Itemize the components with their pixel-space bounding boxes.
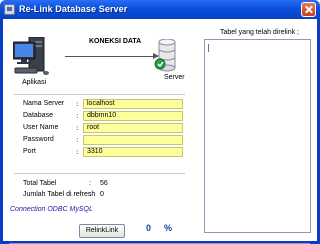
field-label: Password (23, 136, 54, 143)
port-input[interactable]: 3310 (83, 147, 183, 157)
password-input[interactable] (83, 135, 183, 145)
progress-percent-sign: % (164, 223, 173, 233)
window-title: Re-Link Database Server (19, 4, 128, 14)
relinked-tables-list[interactable] (204, 39, 311, 233)
separator: : (76, 124, 79, 132)
refreshed-tables-stat: Jumlah Tabel di refresh : 0 (23, 191, 104, 198)
client-label: Aplikasi (22, 79, 47, 86)
stat-label: Jumlah Tabel di refresh (23, 191, 96, 198)
app-window-icon (4, 4, 15, 15)
relinked-tables-title: Tabel yang telah direlink ; (220, 29, 299, 36)
separator: : (89, 191, 91, 198)
total-tables-stat: Total Tabel : 56 (23, 180, 108, 187)
app-window: Re-Link Database Server Aplikasi KONEKSI… (0, 0, 320, 244)
server-label: Server (164, 74, 185, 81)
progress-percent-value: 0 (146, 223, 152, 233)
connection-status: Connection ODBC MySQL (10, 206, 93, 213)
field-label: User Name (23, 124, 59, 131)
dialog-body: Aplikasi KONEKSI DATA Server Nama Server… (3, 19, 317, 244)
separator: : (89, 180, 91, 187)
text-caret (208, 44, 209, 52)
database-server-icon (154, 39, 176, 72)
computer-icon (13, 37, 49, 75)
close-icon[interactable] (301, 2, 316, 17)
field-row-username: User Name : root (23, 123, 183, 133)
field-row-database: Database : dbbmn10 (23, 111, 183, 121)
field-label: Port (23, 148, 36, 155)
database-input[interactable]: dbbmn10 (83, 111, 183, 121)
connection-label: KONEKSI DATA (89, 38, 142, 45)
field-row-password: Password : (23, 135, 183, 145)
connection-line (65, 56, 158, 57)
field-label: Nama Server (23, 100, 65, 107)
separator: : (76, 100, 79, 108)
separator: : (76, 136, 79, 144)
stat-label: Total Tabel (23, 180, 57, 187)
field-label: Database (23, 112, 53, 119)
relink-button[interactable]: RelinkLink (79, 224, 125, 238)
server-name-input[interactable]: localhost (83, 99, 183, 109)
title-bar[interactable]: Re-Link Database Server (0, 0, 320, 19)
stat-value: 0 (100, 191, 104, 198)
connection-fields: Nama Server : localhost Database : dbbmn… (14, 94, 185, 174)
field-row-port: Port : 3310 (23, 147, 183, 157)
separator: : (76, 112, 79, 120)
username-input[interactable]: root (83, 123, 183, 133)
field-row-server: Nama Server : localhost (23, 99, 183, 109)
separator: : (76, 148, 79, 156)
stat-value: 56 (100, 180, 108, 187)
